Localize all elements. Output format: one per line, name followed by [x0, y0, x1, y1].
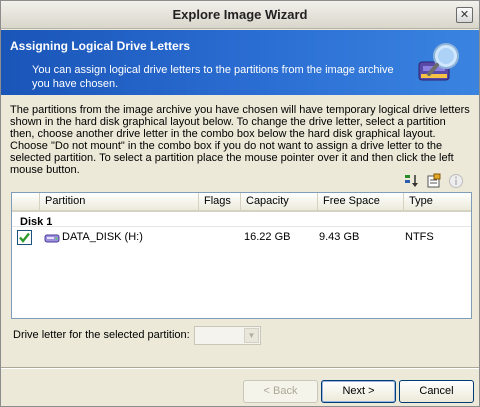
drive-letter-combo[interactable]: ▼	[194, 326, 261, 345]
partition-name: DATA_DISK (H:)	[62, 231, 143, 243]
partition-free-space: 9.43 GB	[319, 231, 360, 243]
instructions-text: The partitions from the image archive yo…	[10, 104, 470, 176]
partition-checkbox[interactable]	[17, 230, 32, 245]
title-bar[interactable]: Explore Image Wizard ✕	[1, 1, 479, 29]
column-header-partition[interactable]: Partition	[40, 193, 199, 211]
wizard-window: Explore Image Wizard ✕ Assigning Logical…	[0, 0, 480, 407]
footer-divider	[1, 367, 479, 369]
properties-icon[interactable]	[426, 173, 442, 189]
chevron-down-icon[interactable]: ▼	[244, 328, 259, 343]
back-button[interactable]: < Back	[243, 380, 318, 403]
column-header-free-space[interactable]: Free Space	[318, 193, 404, 211]
partition-drive-icon	[44, 234, 60, 243]
column-header-type[interactable]: Type	[404, 193, 471, 211]
window-title: Explore Image Wizard	[172, 7, 308, 22]
partition-capacity: 16.22 GB	[244, 231, 291, 243]
column-header-capacity[interactable]: Capacity	[241, 193, 318, 211]
column-header-flags[interactable]: Flags	[199, 193, 241, 211]
table-row[interactable]: DATA_DISK (H:) 16.22 GB 9.43 GB NTFS	[12, 226, 471, 248]
drive-letter-label: Drive letter for the selected partition:	[13, 329, 190, 341]
wizard-magnifier-icon	[418, 43, 459, 81]
cancel-button[interactable]: Cancel	[399, 380, 474, 403]
banner-description: You can assign logical drive letters to …	[32, 64, 394, 90]
close-button[interactable]: ✕	[456, 7, 473, 23]
column-header-check[interactable]	[12, 193, 40, 211]
sort-icon[interactable]	[404, 173, 420, 189]
partition-list[interactable]: Partition Flags Capacity Free Space Type…	[11, 192, 472, 319]
checkmark-icon	[19, 232, 30, 243]
info-icon	[449, 174, 463, 188]
header-banner: Assigning Logical Drive Letters You can …	[1, 30, 479, 95]
list-header: Partition Flags Capacity Free Space Type	[12, 193, 471, 212]
banner-title: Assigning Logical Drive Letters	[10, 39, 191, 53]
next-button[interactable]: Next >	[321, 380, 396, 403]
partition-type: NTFS	[405, 231, 434, 243]
